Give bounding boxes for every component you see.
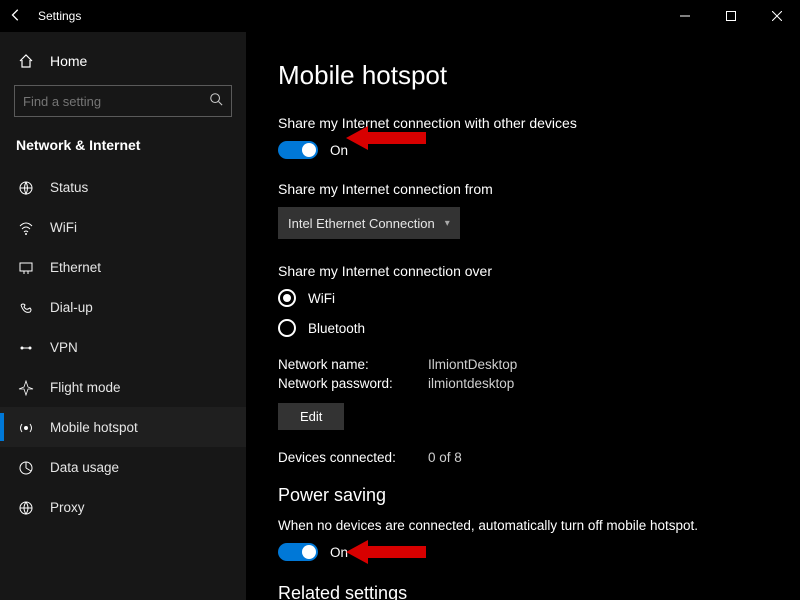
window-title: Settings <box>32 9 81 23</box>
sidebar-item-hotspot[interactable]: Mobile hotspot <box>0 407 246 447</box>
radio-wifi[interactable]: WiFi <box>278 289 768 307</box>
related-settings-heading: Related settings <box>278 583 768 600</box>
back-button[interactable] <box>0 8 32 25</box>
sidebar-item-vpn[interactable]: VPN <box>0 327 246 367</box>
sidebar-item-label: Proxy <box>50 500 85 515</box>
category-heading: Network & Internet <box>0 131 246 167</box>
sidebar-item-label: Data usage <box>50 460 119 475</box>
share-from-dropdown[interactable]: Intel Ethernet Connection ▾ <box>278 207 460 239</box>
sidebar-item-label: Ethernet <box>50 260 101 275</box>
power-saving-description: When no devices are connected, automatic… <box>278 518 698 533</box>
sidebar-item-label: Dial-up <box>50 300 93 315</box>
search-input[interactable] <box>14 85 232 117</box>
sidebar-item-ethernet[interactable]: Ethernet <box>0 247 246 287</box>
vpn-icon <box>16 339 36 356</box>
home-button[interactable]: Home <box>0 44 246 77</box>
search-icon <box>209 92 223 111</box>
hotspot-icon <box>16 419 36 436</box>
nav-list: Status WiFi Ethernet Dial-up VPN <box>0 167 246 600</box>
edit-button[interactable]: Edit <box>278 403 344 430</box>
proxy-icon <box>16 499 36 516</box>
sidebar-item-dialup[interactable]: Dial-up <box>0 287 246 327</box>
radio-bluetooth[interactable]: Bluetooth <box>278 319 768 337</box>
home-label: Home <box>50 53 87 69</box>
minimize-button[interactable] <box>662 0 708 32</box>
sidebar-item-label: VPN <box>50 340 78 355</box>
share-from-label: Share my Internet connection from <box>278 181 768 197</box>
sidebar-item-wifi[interactable]: WiFi <box>0 207 246 247</box>
status-icon <box>16 179 36 196</box>
wifi-icon <box>16 219 36 236</box>
sidebar-item-proxy[interactable]: Proxy <box>0 487 246 527</box>
network-password-value: ilmiontdesktop <box>428 376 514 391</box>
share-over-label: Share my Internet connection over <box>278 263 768 279</box>
page-title: Mobile hotspot <box>278 60 768 91</box>
annotation-arrow-icon <box>346 122 426 154</box>
sidebar-item-label: Mobile hotspot <box>50 420 138 435</box>
sidebar-item-label: WiFi <box>50 220 77 235</box>
share-from-value: Intel Ethernet Connection <box>288 216 435 231</box>
close-button[interactable] <box>754 0 800 32</box>
network-name-value: IlmiontDesktop <box>428 357 517 372</box>
network-name-key: Network name: <box>278 357 428 372</box>
data-icon <box>16 459 36 476</box>
radio-icon <box>278 319 296 337</box>
radio-icon-selected <box>278 289 296 307</box>
radio-wifi-label: WiFi <box>308 291 335 306</box>
radio-bt-label: Bluetooth <box>308 321 365 336</box>
sidebar-item-label: Status <box>50 180 88 195</box>
titlebar: Settings <box>0 0 800 32</box>
content-pane: Mobile hotspot Share my Internet connect… <box>246 32 800 600</box>
ethernet-icon <box>16 259 36 276</box>
dialup-icon <box>16 299 36 316</box>
airplane-icon <box>16 379 36 396</box>
devices-connected-key: Devices connected: <box>278 450 428 465</box>
devices-connected-value: 0 of 8 <box>428 450 462 465</box>
power-toggle[interactable] <box>278 543 318 561</box>
power-saving-heading: Power saving <box>278 485 768 506</box>
search-field[interactable] <box>23 94 209 109</box>
share-toggle[interactable] <box>278 141 318 159</box>
annotation-arrow-icon <box>346 536 426 568</box>
chevron-down-icon: ▾ <box>445 218 450 229</box>
sidebar-item-status[interactable]: Status <box>0 167 246 207</box>
sidebar-item-flightmode[interactable]: Flight mode <box>0 367 246 407</box>
window-controls <box>662 0 800 32</box>
sidebar-item-datausage[interactable]: Data usage <box>0 447 246 487</box>
home-icon <box>16 52 36 69</box>
sidebar: Home Network & Internet Status WiFi <box>0 32 246 600</box>
network-password-key: Network password: <box>278 376 428 391</box>
sidebar-item-label: Flight mode <box>50 380 121 395</box>
maximize-button[interactable] <box>708 0 754 32</box>
